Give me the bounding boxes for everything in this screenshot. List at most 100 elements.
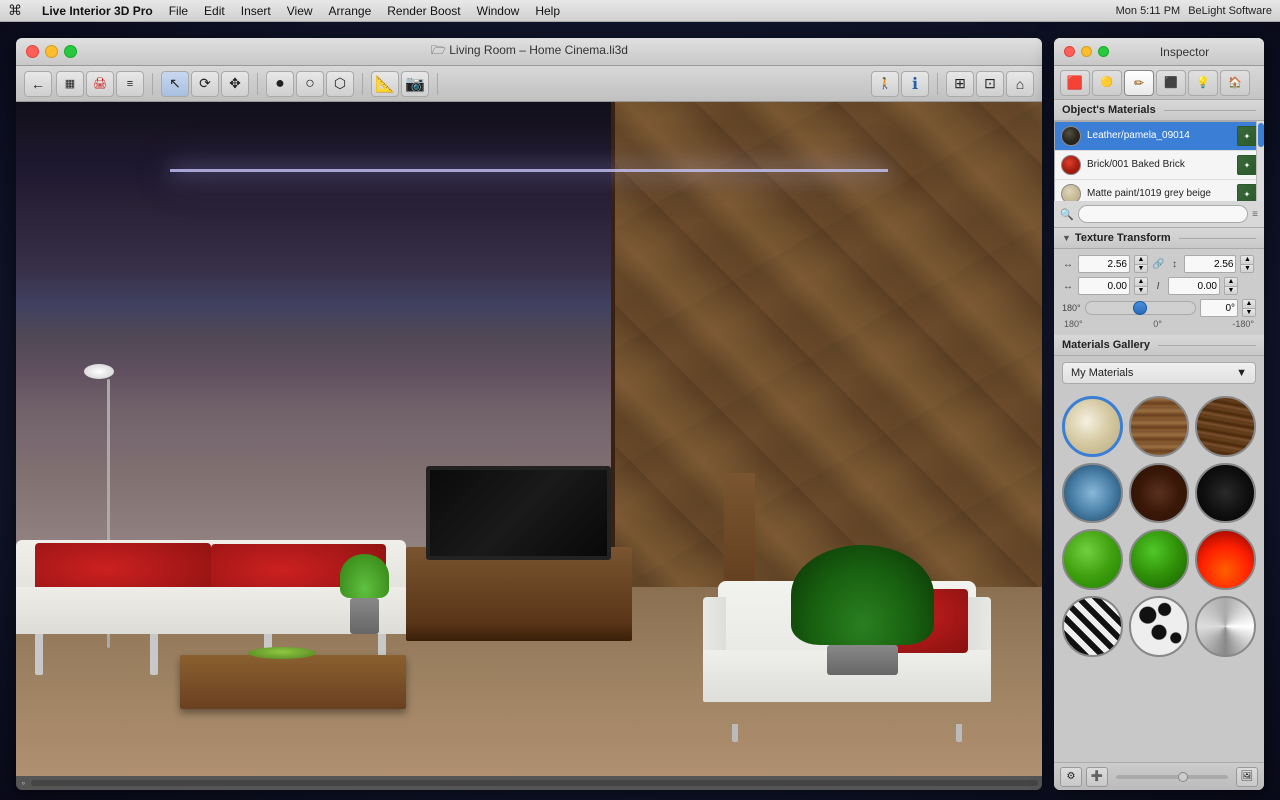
- y-stepper[interactable]: ▲ ▼: [1224, 277, 1238, 295]
- minimize-button[interactable]: [45, 45, 58, 58]
- tool-group: ↖ ⟳ ✥: [161, 71, 249, 97]
- material-item-matte[interactable]: Matte paint/1019 grey beige ✦: [1055, 180, 1263, 201]
- gallery-dropdown[interactable]: My Materials ▼: [1062, 362, 1256, 384]
- tab-texture[interactable]: ⬛: [1156, 70, 1186, 96]
- cube-obj-btn[interactable]: ⬡: [326, 71, 354, 97]
- apple-menu[interactable]: ⌘: [8, 2, 22, 19]
- gallery-item-zebra[interactable]: [1062, 596, 1123, 657]
- menu-insert[interactable]: Insert: [241, 4, 271, 18]
- home-view-btn[interactable]: ⌂: [1006, 71, 1034, 97]
- gallery-item-spots[interactable]: [1129, 596, 1190, 657]
- gallery-item-cream[interactable]: [1062, 396, 1123, 457]
- gear-btn[interactable]: ⚙: [1060, 767, 1082, 787]
- orbit-tool-btn[interactable]: ⟳: [191, 71, 219, 97]
- matte-action[interactable]: ✦: [1237, 184, 1257, 201]
- window-title: 🗁 Living Room – Home Cinema.li3d: [83, 41, 976, 62]
- image-btn[interactable]: 🖼: [1236, 767, 1258, 787]
- materials-scrollbar[interactable]: [1256, 121, 1264, 201]
- gallery-item-wood-dark[interactable]: [1129, 463, 1190, 524]
- height-input[interactable]: [1184, 255, 1236, 273]
- tab-object[interactable]: 🟥: [1060, 70, 1090, 96]
- link-icon[interactable]: 🔗: [1152, 259, 1164, 270]
- width-down[interactable]: ▼: [1135, 265, 1147, 273]
- floorplan-btn[interactable]: ▦: [56, 71, 84, 97]
- ring-obj-btn[interactable]: ○: [296, 71, 324, 97]
- leather-action[interactable]: ✦: [1237, 126, 1257, 146]
- lamp-head: [84, 364, 114, 379]
- person-view-btn[interactable]: 🚶: [871, 71, 899, 97]
- ball-obj-btn[interactable]: ●: [266, 71, 294, 97]
- tab-material[interactable]: 🟡: [1092, 70, 1122, 96]
- y-offset-input[interactable]: [1168, 277, 1220, 295]
- rotation-slider[interactable]: [1085, 301, 1196, 315]
- tab-room[interactable]: 🏠: [1220, 70, 1250, 96]
- height-down[interactable]: ▼: [1241, 265, 1253, 273]
- material-item-leather[interactable]: Leather/pamela_09014 ✦: [1055, 122, 1263, 151]
- matte-swatch: [1061, 184, 1081, 201]
- x-up[interactable]: ▲: [1135, 278, 1147, 287]
- gallery-item-green2[interactable]: [1129, 529, 1190, 590]
- rot-down[interactable]: ▼: [1243, 309, 1255, 317]
- materials-list-container: Leather/pamela_09014 ✦ Brick/001 Baked B…: [1054, 121, 1264, 201]
- brick-action[interactable]: ✦: [1237, 155, 1257, 175]
- rotation-stepper[interactable]: ▲ ▼: [1242, 299, 1256, 317]
- gallery-item-fire[interactable]: [1195, 529, 1256, 590]
- render-btn[interactable]: 🖨: [86, 71, 114, 97]
- menu-view[interactable]: View: [287, 4, 313, 18]
- search-input[interactable]: [1078, 205, 1248, 223]
- frame-all-btn[interactable]: ⊞: [946, 71, 974, 97]
- viewport-scrollbar[interactable]: ⚬: [16, 776, 1042, 790]
- tab-light[interactable]: 💡: [1188, 70, 1218, 96]
- collapse-arrow[interactable]: ▼: [1062, 233, 1071, 243]
- tab-paint[interactable]: ✏: [1124, 70, 1154, 96]
- gallery-item-wood-light[interactable]: [1129, 396, 1190, 457]
- app-name[interactable]: Live Interior 3D Pro: [42, 4, 153, 18]
- x-offset-input[interactable]: [1078, 277, 1130, 295]
- y-down[interactable]: ▼: [1225, 287, 1237, 295]
- info-btn[interactable]: ℹ: [901, 71, 929, 97]
- select-tool-btn[interactable]: ↖: [161, 71, 189, 97]
- rot-up[interactable]: ▲: [1243, 300, 1255, 309]
- close-button[interactable]: [26, 45, 39, 58]
- width-up[interactable]: ▲: [1135, 256, 1147, 265]
- options-icon[interactable]: ≡: [1252, 209, 1258, 220]
- viewport-3d[interactable]: [16, 102, 1042, 776]
- inspector-title: Inspector: [1115, 45, 1254, 59]
- menu-file[interactable]: File: [169, 4, 188, 18]
- leather-swatch: [1061, 126, 1081, 146]
- menu-arrange[interactable]: Arrange: [329, 4, 372, 18]
- main-window: 🗁 Living Room – Home Cinema.li3d ← ▦ 🖨 ≡…: [16, 38, 1042, 790]
- inspector-maximize[interactable]: [1098, 46, 1109, 57]
- gallery-item-wood-medium[interactable]: [1195, 396, 1256, 457]
- height-stepper[interactable]: ▲ ▼: [1240, 255, 1254, 273]
- add-btn[interactable]: ➕: [1086, 767, 1108, 787]
- camera-btn[interactable]: 📷: [401, 71, 429, 97]
- gallery-item-chrome[interactable]: [1195, 596, 1256, 657]
- x-stepper[interactable]: ▲ ▼: [1134, 277, 1148, 295]
- inspector-minimize[interactable]: [1081, 46, 1092, 57]
- width-stepper[interactable]: ▲ ▼: [1134, 255, 1148, 273]
- gallery-item-water[interactable]: [1062, 463, 1123, 524]
- frame-sel-btn[interactable]: ⊡: [976, 71, 1004, 97]
- height-up[interactable]: ▲: [1241, 256, 1253, 265]
- material-item-brick[interactable]: Brick/001 Baked Brick ✦: [1055, 151, 1263, 180]
- y-up[interactable]: ▲: [1225, 278, 1237, 287]
- back-btn[interactable]: ←: [24, 71, 52, 97]
- inspector-close[interactable]: [1064, 46, 1075, 57]
- rotation-input[interactable]: [1200, 299, 1238, 317]
- gallery-item-dark[interactable]: [1195, 463, 1256, 524]
- view-mode-btn[interactable]: ≡: [116, 71, 144, 97]
- width-input[interactable]: [1078, 255, 1130, 273]
- x-down[interactable]: ▼: [1135, 287, 1147, 295]
- measure-btn[interactable]: 📐: [371, 71, 399, 97]
- menu-edit[interactable]: Edit: [204, 4, 225, 18]
- gallery-header: Materials Gallery: [1054, 335, 1264, 356]
- menu-window[interactable]: Window: [477, 4, 520, 18]
- rot-min-label: 180°: [1064, 319, 1083, 329]
- maximize-button[interactable]: [64, 45, 77, 58]
- pan-tool-btn[interactable]: ✥: [221, 71, 249, 97]
- size-slider[interactable]: [1116, 775, 1228, 779]
- menu-help[interactable]: Help: [535, 4, 560, 18]
- menu-render-boost[interactable]: Render Boost: [387, 4, 460, 18]
- gallery-item-green1[interactable]: [1062, 529, 1123, 590]
